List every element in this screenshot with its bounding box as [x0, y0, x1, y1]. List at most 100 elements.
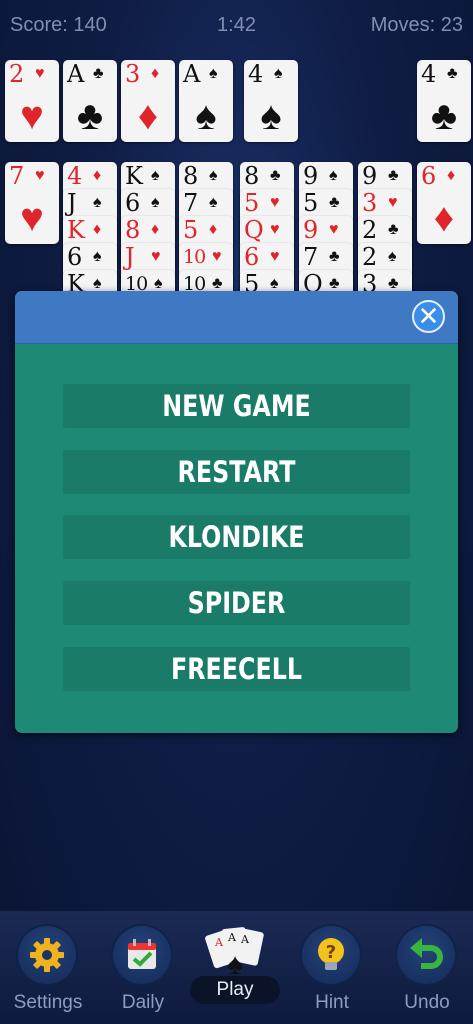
spade-icon: ♠	[93, 194, 102, 211]
card-rank: 2	[9, 60, 25, 88]
undo-tab[interactable]: Undo	[387, 926, 467, 1021]
heart-icon: ♥	[270, 221, 280, 238]
close-icon[interactable]: ✕	[412, 300, 445, 333]
card-rank: 7	[303, 243, 319, 271]
tab-label: Settings	[13, 992, 83, 1013]
diamond-icon: ♦	[137, 94, 159, 138]
new-game-button[interactable]: NEW GAME	[63, 384, 410, 428]
svg-text:A: A	[240, 933, 250, 946]
game-menu-dialog: ✕ NEW GAME RESTART KLONDIKE SPIDER FREEC…	[15, 291, 458, 733]
restart-button[interactable]: RESTART	[63, 450, 410, 494]
card-rank: 5	[303, 189, 319, 217]
club-icon: ♣	[76, 94, 104, 138]
card-rank: Q	[244, 216, 264, 244]
heart-icon: ♥	[35, 65, 45, 82]
club-icon: ♣	[388, 221, 399, 238]
card-rank: 6	[244, 243, 260, 271]
heart-icon: ♥	[270, 248, 280, 265]
card-rank: 9	[362, 162, 378, 190]
card-rank: 3	[125, 60, 141, 88]
foundation-card-2[interactable]: A ♣ ♣	[63, 60, 117, 142]
diamond-icon: ♦	[93, 221, 102, 238]
card-rank: 6	[421, 162, 437, 190]
diamond-icon: ♦	[93, 167, 102, 184]
spade-icon: ♠	[209, 194, 218, 211]
card-rank: K	[125, 162, 143, 190]
club-icon: ♣	[93, 65, 104, 82]
spade-icon: ♠	[151, 194, 160, 211]
cards-icon: A A A ♠	[201, 922, 273, 982]
spade-icon: ♠	[209, 167, 218, 184]
card-rank: 8	[125, 216, 141, 244]
club-icon: ♣	[329, 194, 340, 211]
diamond-icon: ♦	[433, 196, 455, 240]
heart-icon: ♥	[20, 196, 44, 240]
svg-text:A: A	[214, 936, 224, 949]
card-rank: A	[67, 60, 85, 88]
card-rank: J	[67, 189, 77, 217]
hint-tab[interactable]: ? Hint	[292, 926, 372, 1021]
card-rank: 7	[183, 189, 199, 217]
card-rank: 8	[244, 162, 260, 190]
club-icon: ♣	[329, 248, 340, 265]
bottom-nav: Settings Daily A A A ♠ ? Hint Undo	[0, 911, 473, 1024]
diamond-icon: ♦	[209, 221, 218, 238]
freecell-card[interactable]: 4 ♠ ♠	[244, 60, 298, 142]
card-rank: 7	[9, 162, 25, 190]
card-rank: 5	[183, 216, 199, 244]
club-icon: ♣	[388, 167, 399, 184]
card-rank: 2	[362, 216, 378, 244]
spade-icon: ♠	[260, 94, 282, 138]
spade-icon: ♠	[151, 167, 160, 184]
spade-icon: ♠	[329, 167, 338, 184]
svg-text:A: A	[227, 931, 237, 944]
heart-icon: ♥	[329, 221, 339, 238]
card-rank: 6	[67, 243, 83, 271]
heart-icon: ♥	[270, 194, 280, 211]
card-rank: 6	[125, 189, 141, 217]
diamond-icon: ♦	[151, 221, 160, 238]
card-rank: 4	[421, 60, 437, 88]
card-rank: J	[125, 243, 135, 271]
settings-tab[interactable]: Settings	[8, 926, 88, 1021]
card-rank: 2	[362, 243, 378, 271]
heart-icon: ♥	[151, 248, 161, 265]
freecell-button[interactable]: FREECELL	[63, 647, 410, 691]
spade-icon: ♠	[93, 248, 102, 265]
undo-icon	[397, 926, 455, 984]
klondike-button[interactable]: KLONDIKE	[63, 515, 410, 559]
tableau-card[interactable]: 7 ♥ ♥	[5, 162, 59, 244]
foundation-card-4[interactable]: A ♠ ♠	[179, 60, 233, 142]
card-rank: K	[67, 216, 85, 244]
card-rank: 8	[183, 162, 199, 190]
foundation-card-1[interactable]: 2 ♥ ♥	[5, 60, 59, 142]
club-icon: ♣	[270, 167, 281, 184]
moves-label: Moves: 23	[370, 14, 463, 36]
play-tab[interactable]: A A A ♠	[197, 926, 277, 1021]
tab-label: Hint	[315, 992, 349, 1013]
tableau-card[interactable]: 6 ♦ ♦	[417, 162, 471, 244]
daily-tab[interactable]: Daily	[103, 926, 183, 1021]
card-rank: 9	[303, 216, 319, 244]
spider-button[interactable]: SPIDER	[63, 581, 410, 625]
heart-icon: ♥	[212, 248, 222, 265]
card-rank: 9	[303, 162, 319, 190]
spade-icon: ♠	[209, 65, 218, 82]
freecell-card[interactable]: 4 ♣ ♣	[417, 60, 471, 142]
svg-text:?: ?	[326, 942, 336, 963]
tab-label: Undo	[404, 992, 450, 1013]
heart-icon: ♥	[388, 194, 398, 211]
spade-icon: ♠	[388, 248, 397, 265]
play-label[interactable]: Play	[190, 976, 280, 1004]
club-icon: ♣	[430, 94, 458, 138]
heart-icon: ♥	[35, 167, 45, 184]
status-bar: Score: 140 1:42 Moves: 23	[0, 0, 473, 52]
foundation-card-3[interactable]: 3 ♦ ♦	[121, 60, 175, 142]
diamond-icon: ♦	[151, 65, 160, 82]
card-rank: 3	[362, 189, 378, 217]
diamond-icon: ♦	[447, 167, 456, 184]
card-rank: 4	[248, 60, 264, 88]
dialog-header	[15, 291, 458, 344]
card-rank: 5	[244, 189, 260, 217]
calendar-icon	[113, 926, 171, 984]
